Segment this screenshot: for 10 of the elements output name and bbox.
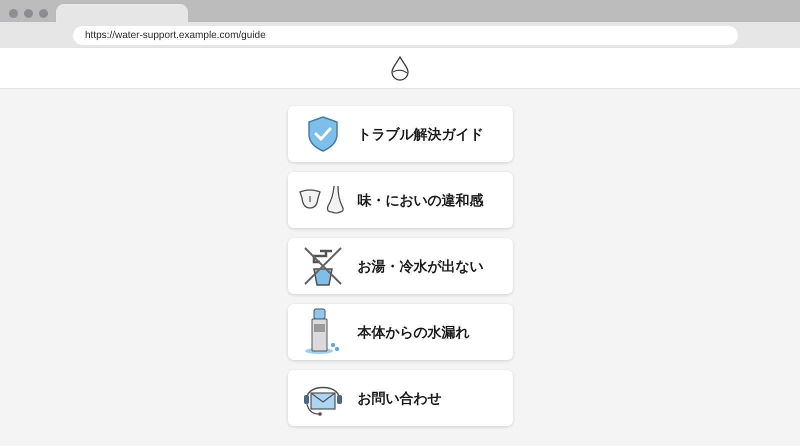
menu-card[interactable]: トラブル解決ガイド: [288, 106, 512, 162]
menu-card[interactable]: 本体からの水漏れ: [288, 304, 512, 360]
address-bar[interactable]: https://water-support.example.com/guide: [73, 26, 738, 45]
menu-card[interactable]: お問い合わせ: [288, 370, 512, 426]
water-drop-icon[interactable]: [390, 55, 410, 81]
menu-card[interactable]: 味・においの違和感: [288, 172, 512, 228]
shield-check-icon: [306, 115, 340, 153]
browser-tab[interactable]: [56, 4, 188, 24]
menu-card[interactable]: お湯・冷水が出ない: [288, 238, 512, 294]
crossed-faucet-icon: [302, 245, 344, 287]
